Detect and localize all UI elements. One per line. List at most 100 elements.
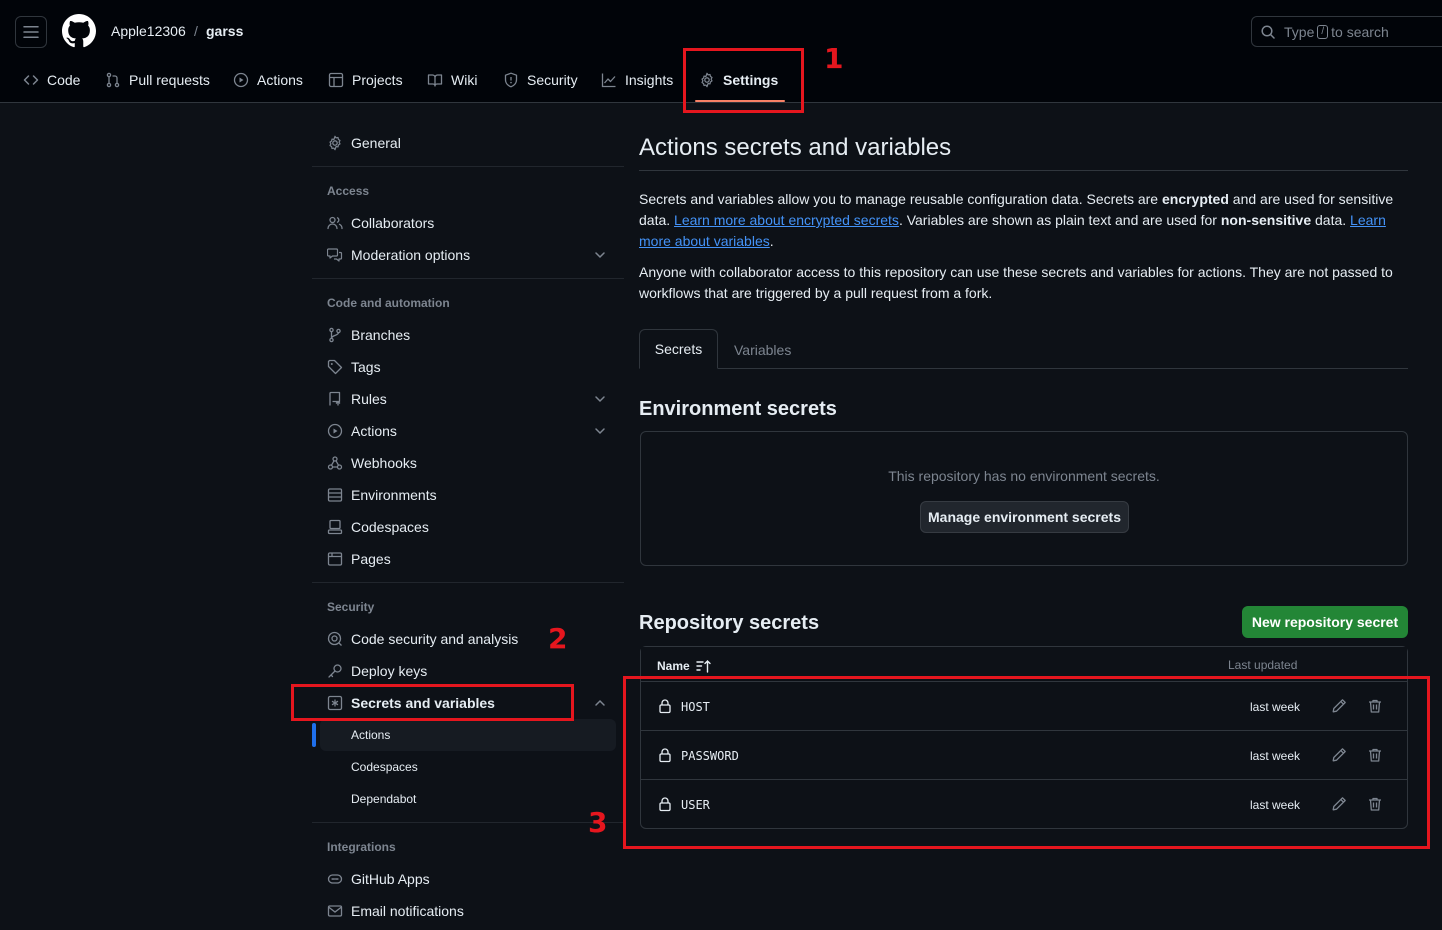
learn-more-secrets-link[interactable]: Learn more about encrypted secrets bbox=[674, 212, 899, 228]
play-circle-icon bbox=[233, 72, 249, 88]
git-branch-icon bbox=[329, 327, 341, 343]
chevron-up-icon[interactable] bbox=[592, 695, 608, 711]
code-icon bbox=[23, 75, 39, 85]
tab-code-label: Code bbox=[47, 72, 81, 88]
sidebar-item-label: Collaborators bbox=[351, 215, 435, 231]
intro-text: . Variables are shown as plain text and … bbox=[898, 212, 1221, 228]
column-name-header[interactable]: Name bbox=[657, 658, 712, 674]
sidebar-item-label: Moderation options bbox=[351, 247, 471, 263]
sidebar-item-collaborators[interactable]: Collaborators bbox=[327, 213, 434, 233]
search-suffix: to search bbox=[1331, 23, 1389, 40]
sidebar-item-environments[interactable]: Environments bbox=[327, 485, 437, 505]
tab-insights[interactable]: Insights bbox=[601, 69, 673, 91]
sidebar-item-deploy-keys[interactable]: Deploy keys bbox=[327, 661, 427, 681]
sidebar-item-github-apps[interactable]: GitHub Apps bbox=[327, 869, 430, 889]
tab-code[interactable]: Code bbox=[23, 69, 80, 91]
gear-icon bbox=[329, 135, 341, 151]
sidebar-item-label: Branches bbox=[351, 327, 411, 343]
intro-text: Secrets and variables allow you to manag… bbox=[639, 191, 1162, 207]
search-shortcut-key: / bbox=[1317, 24, 1329, 39]
annotation-number-1: 1 bbox=[824, 42, 844, 75]
annotation-box-2 bbox=[291, 684, 574, 721]
repository-secrets-heading: Repository secrets bbox=[639, 612, 820, 634]
tab-actions[interactable]: Actions bbox=[233, 69, 303, 91]
intro-bold-non-sensitive: non-sensitive bbox=[1220, 212, 1312, 228]
repo-link[interactable]: garss bbox=[206, 23, 243, 39]
manage-environment-secrets-button[interactable]: Manage environment secrets bbox=[920, 501, 1129, 533]
page-title: Actions secrets and variables bbox=[639, 134, 952, 161]
sidebar-item-branches[interactable]: Branches bbox=[327, 325, 410, 345]
annotation-number-2: 2 bbox=[548, 622, 568, 655]
sidebar-divider bbox=[312, 166, 624, 167]
tab-security-label: Security bbox=[527, 72, 578, 88]
sidebar-item-general[interactable]: General bbox=[327, 133, 401, 153]
hamburger-icon bbox=[23, 26, 39, 38]
search-icon bbox=[1261, 24, 1275, 39]
codescan-icon bbox=[327, 631, 342, 646]
sidebar-heading-code: Code and automation bbox=[327, 296, 450, 310]
environment-secrets-heading: Environment secrets bbox=[639, 398, 837, 420]
sidebar-item-pages[interactable]: Pages bbox=[327, 549, 391, 569]
codespaces-icon bbox=[327, 519, 343, 535]
sidebar-item-label: GitHub Apps bbox=[351, 871, 430, 887]
sidebar-item-moderation[interactable]: Moderation options bbox=[327, 245, 470, 265]
sidebar-item-code-security[interactable]: Code security and analysis bbox=[327, 629, 518, 649]
chevron-down-icon[interactable] bbox=[592, 423, 608, 439]
sidebar-divider bbox=[312, 582, 624, 583]
webhook-icon bbox=[327, 456, 343, 470]
sidebar-item-label: General bbox=[351, 135, 401, 151]
server-icon bbox=[327, 488, 343, 502]
sidebar-item-label: Code security and analysis bbox=[351, 631, 519, 647]
sidebar-item-tags[interactable]: Tags bbox=[327, 357, 381, 377]
tab-security[interactable]: Security bbox=[503, 69, 578, 91]
repo-push-icon bbox=[329, 391, 341, 406]
table-icon bbox=[328, 72, 344, 88]
sidebar-divider bbox=[312, 822, 624, 823]
tabs-divider bbox=[639, 368, 1408, 369]
tab-wiki-label: Wiki bbox=[451, 72, 478, 88]
chevron-down-icon[interactable] bbox=[592, 247, 608, 263]
chevron-down-icon[interactable] bbox=[592, 391, 608, 407]
sort-ascending-icon bbox=[695, 660, 711, 673]
play-circle-icon bbox=[327, 423, 343, 439]
mail-icon bbox=[327, 905, 343, 917]
annotation-box-1 bbox=[683, 48, 804, 113]
sidebar-subitem-dependabot[interactable]: Dependabot bbox=[351, 792, 416, 806]
tab-pull-requests-label: Pull requests bbox=[129, 72, 210, 88]
active-subitem-indicator bbox=[312, 723, 316, 747]
pull-request-icon bbox=[106, 72, 120, 88]
hubot-icon bbox=[327, 874, 343, 884]
sidebar-item-webhooks[interactable]: Webhooks bbox=[327, 453, 417, 473]
owner-link[interactable]: Apple12306 bbox=[111, 23, 186, 39]
column-name-label: Name bbox=[657, 659, 690, 673]
sidebar-item-actions[interactable]: Actions bbox=[327, 421, 397, 441]
sidebar-item-rules[interactable]: Rules bbox=[327, 389, 387, 409]
sidebar-subitem-actions[interactable]: Actions bbox=[351, 728, 390, 742]
sidebar-item-label: Email notifications bbox=[351, 903, 464, 919]
sidebar-item-label: Rules bbox=[351, 391, 387, 407]
search-input[interactable]: Type / to search bbox=[1251, 16, 1442, 47]
key-icon bbox=[328, 664, 342, 678]
people-icon bbox=[327, 216, 343, 230]
sidebar-item-label: Pages bbox=[351, 551, 391, 567]
tab-projects[interactable]: Projects bbox=[328, 69, 403, 91]
tab-secrets[interactable]: Secrets bbox=[639, 329, 718, 369]
sidebar-item-codespaces[interactable]: Codespaces bbox=[327, 517, 429, 537]
tab-variables[interactable]: Variables bbox=[734, 342, 791, 358]
menu-button[interactable] bbox=[15, 16, 47, 48]
tab-insights-label: Insights bbox=[625, 72, 674, 88]
tab-pull-requests[interactable]: Pull requests bbox=[105, 69, 210, 91]
github-logo-icon[interactable] bbox=[62, 14, 96, 48]
book-icon bbox=[427, 74, 443, 87]
new-repository-secret-button[interactable]: New repository secret bbox=[1242, 606, 1408, 638]
comment-discussion-icon bbox=[327, 248, 343, 262]
tab-wiki[interactable]: Wiki bbox=[427, 69, 477, 91]
tag-icon bbox=[327, 359, 343, 375]
intro-text: data. bbox=[1311, 212, 1351, 228]
sidebar-item-label: Deploy keys bbox=[351, 663, 428, 679]
shield-icon bbox=[504, 72, 518, 88]
sidebar-subitem-codespaces[interactable]: Codespaces bbox=[351, 760, 418, 774]
graph-icon bbox=[601, 73, 616, 88]
sidebar-item-email-notifications[interactable]: Email notifications bbox=[327, 901, 464, 921]
annotation-box-3 bbox=[623, 676, 1430, 849]
